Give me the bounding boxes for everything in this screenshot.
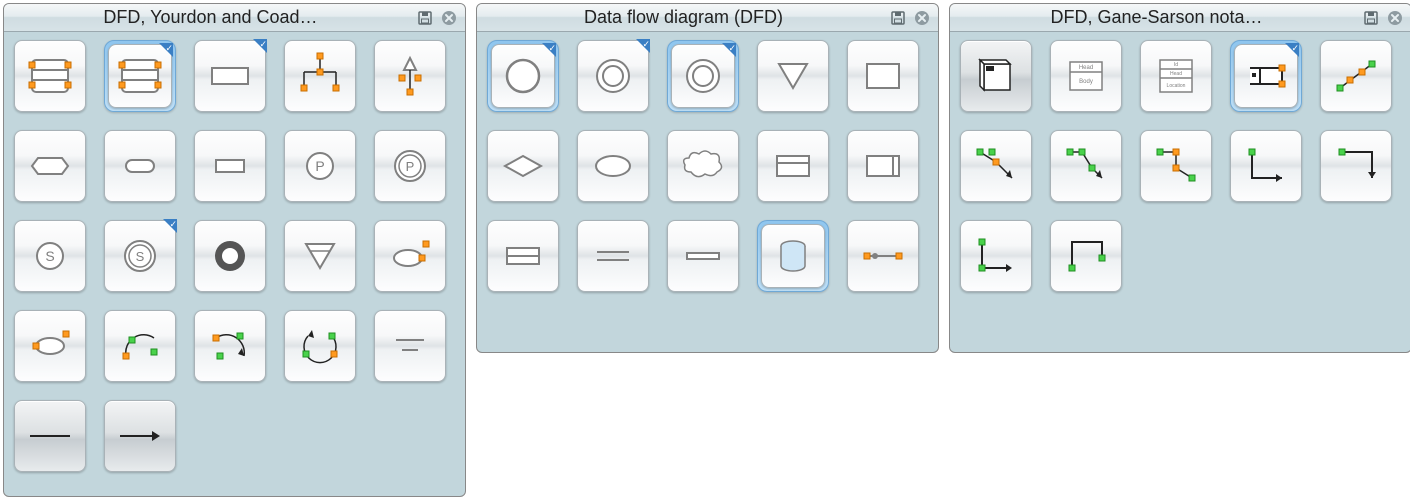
split-merge-connector[interactable] bbox=[284, 40, 356, 112]
merge-connector[interactable] bbox=[374, 40, 446, 112]
process-p-double[interactable] bbox=[374, 130, 446, 202]
process-circle-selection bbox=[487, 40, 559, 112]
diamond[interactable] bbox=[487, 130, 559, 202]
rectangle[interactable] bbox=[847, 40, 919, 112]
oval-connector-handles[interactable] bbox=[374, 220, 446, 292]
arc-connector-3[interactable] bbox=[284, 310, 356, 382]
double-line-bare[interactable] bbox=[577, 220, 649, 292]
checked-flag-icon bbox=[542, 43, 556, 57]
database[interactable] bbox=[761, 224, 825, 288]
elbow-3[interactable] bbox=[960, 220, 1032, 292]
connector-dot-line[interactable] bbox=[847, 220, 919, 292]
process-circle-double-2-selection bbox=[667, 40, 739, 112]
process-s[interactable] bbox=[14, 220, 86, 292]
save-button[interactable] bbox=[1361, 8, 1381, 28]
ellipse[interactable] bbox=[577, 130, 649, 202]
data-store-rect[interactable] bbox=[194, 40, 266, 112]
process-p[interactable] bbox=[284, 130, 356, 202]
data-store-3-segments-selected[interactable] bbox=[108, 44, 172, 108]
arc-connector-2[interactable] bbox=[194, 310, 266, 382]
panel-gane: DFD, Gane-Sarson nota… bbox=[949, 3, 1410, 353]
save-button[interactable] bbox=[888, 8, 908, 28]
poly-line-2[interactable] bbox=[1050, 130, 1122, 202]
elbow-1[interactable] bbox=[1230, 130, 1302, 202]
panel-header[interactable]: DFD, Gane-Sarson nota… bbox=[950, 4, 1410, 32]
panel-dfd: Data flow diagram (DFD) bbox=[476, 3, 939, 353]
checked-flag-icon bbox=[163, 219, 177, 233]
single-bar[interactable] bbox=[667, 220, 739, 292]
panel-title: DFD, Yourdon and Coad… bbox=[10, 7, 411, 28]
terminator-hex[interactable] bbox=[14, 130, 86, 202]
arrow-line-head[interactable] bbox=[104, 400, 176, 472]
panel-yourdon: DFD, Yourdon and Coad… bbox=[3, 3, 466, 497]
inverted-triangle[interactable] bbox=[284, 220, 356, 292]
data-store-3rows[interactable] bbox=[1140, 40, 1212, 112]
data-store-3-segments[interactable] bbox=[14, 40, 86, 112]
panel-title: Data flow diagram (DFD) bbox=[483, 7, 884, 28]
triangle-down[interactable] bbox=[757, 40, 829, 112]
data-line[interactable] bbox=[374, 310, 446, 382]
elbow-4[interactable] bbox=[1050, 220, 1122, 292]
panel-header[interactable]: DFD, Yourdon and Coad… bbox=[4, 4, 465, 32]
process-circle[interactable] bbox=[491, 44, 555, 108]
open-rect-side[interactable] bbox=[847, 130, 919, 202]
cloud[interactable] bbox=[667, 130, 739, 202]
open-store-selected[interactable] bbox=[1234, 44, 1298, 108]
close-button[interactable] bbox=[439, 8, 459, 28]
panel-title: DFD, Gane-Sarson nota… bbox=[956, 7, 1357, 28]
save-button[interactable] bbox=[415, 8, 435, 28]
poly-line-3[interactable] bbox=[1140, 130, 1212, 202]
oval-connector-handles-2[interactable] bbox=[14, 310, 86, 382]
terminator-rounded[interactable] bbox=[104, 130, 176, 202]
process-s-double-selected[interactable] bbox=[104, 220, 176, 292]
data-store-2rows[interactable] bbox=[1050, 40, 1122, 112]
panel-body bbox=[477, 32, 938, 304]
close-button[interactable] bbox=[1385, 8, 1405, 28]
checked-flag-icon bbox=[159, 43, 173, 57]
elbow-2[interactable] bbox=[1320, 130, 1392, 202]
process-circle-double-2[interactable] bbox=[671, 44, 735, 108]
panel-header[interactable]: Data flow diagram (DFD) bbox=[477, 4, 938, 32]
open-store-selected-selection bbox=[1230, 40, 1302, 112]
close-button[interactable] bbox=[912, 8, 932, 28]
panel-body bbox=[950, 32, 1410, 304]
process-box-3d[interactable] bbox=[960, 40, 1032, 112]
terminator-rect[interactable] bbox=[194, 130, 266, 202]
circle-ring[interactable] bbox=[194, 220, 266, 292]
panel-body bbox=[4, 32, 465, 484]
line-connector-diag[interactable] bbox=[1320, 40, 1392, 112]
checked-flag-icon bbox=[722, 43, 736, 57]
process-circle-double[interactable] bbox=[577, 40, 649, 112]
arc-connector-1[interactable] bbox=[104, 310, 176, 382]
database-selection bbox=[757, 220, 829, 292]
open-rect-top[interactable] bbox=[757, 130, 829, 202]
arrow-line[interactable] bbox=[14, 400, 86, 472]
double-line-store[interactable] bbox=[487, 220, 559, 292]
data-store-3-segments-selected-selection bbox=[104, 40, 176, 112]
poly-line-1[interactable] bbox=[960, 130, 1032, 202]
checked-flag-icon bbox=[1285, 43, 1299, 57]
checked-flag-icon bbox=[636, 39, 650, 53]
checked-flag-icon bbox=[253, 39, 267, 53]
